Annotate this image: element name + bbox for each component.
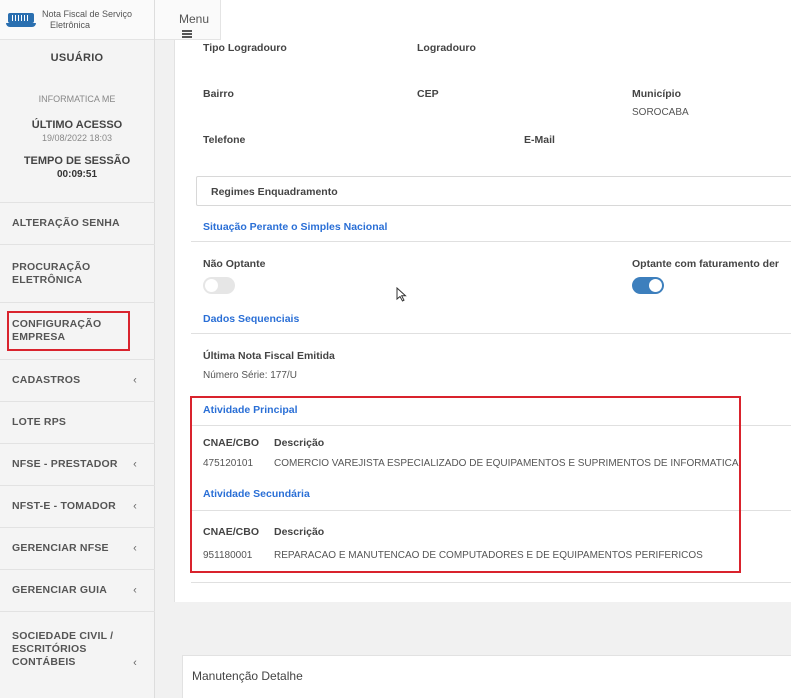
divider	[191, 582, 791, 583]
sidebar-item-gerenciar-guia[interactable]: GERENCIAR GUIA ‹	[0, 569, 155, 611]
ultima-nota-label: Última Nota Fiscal Emitida	[203, 350, 335, 362]
manutencao-detalhe-title: Manutenção Detalhe	[192, 669, 303, 683]
tempo-sessao-value: 00:09:51	[56, 169, 98, 180]
sidebar-item-label: SOCIEDADE CIVIL /	[12, 629, 114, 642]
logo-text: Nota Fiscal de Serviço Eletrônica	[42, 9, 132, 31]
sidebar-item-label-line3: CONTÁBEIS	[12, 655, 76, 668]
sidebar-item-nfst-tomador[interactable]: NFST-E - TOMADOR ‹	[0, 485, 155, 527]
municipio-value: SOROCABA	[632, 107, 689, 118]
email-label: E-Mail	[524, 134, 555, 146]
chevron-left-icon: ‹	[133, 657, 137, 669]
sidebar-item-nfse-prestador[interactable]: NFSE - PRESTADOR ‹	[0, 443, 155, 485]
divider	[191, 333, 791, 334]
user-title: USUÁRIO	[50, 52, 104, 64]
regimes-enquadramento-label: Regimes Enquadramento	[211, 186, 338, 198]
regimes-enquadramento-panel[interactable]: Regimes Enquadramento	[196, 176, 791, 206]
app-logo[interactable]: Nota Fiscal de Serviço Eletrônica	[0, 0, 154, 40]
highlight-atividades	[190, 396, 741, 573]
sidebar-item-label: CADASTROS	[12, 374, 81, 386]
chevron-left-icon: ‹	[133, 542, 137, 554]
bairro-label: Bairro	[203, 88, 234, 100]
sidebar-item-lote-rps[interactable]: LOTE RPS	[0, 401, 155, 443]
sidebar-item-gerenciar-nfse[interactable]: GERENCIAR NFSE ‹	[0, 527, 155, 569]
sidebar-item-label: GERENCIAR NFSE	[12, 542, 109, 554]
sidebar-item-label: LOTE RPS	[12, 416, 67, 428]
telefone-label: Telefone	[203, 134, 246, 146]
user-name: INFORMATICA ME	[38, 94, 116, 104]
tempo-sessao-label: TEMPO DE SESSÃO	[23, 155, 131, 167]
divider	[191, 241, 791, 242]
hamburger-icon	[182, 29, 192, 38]
topbar: Menu	[155, 0, 221, 40]
sidebar-item-label: GERENCIAR GUIA	[12, 584, 107, 596]
nao-optante-toggle[interactable]	[203, 277, 235, 294]
situacao-simples-title: Situação Perante o Simples Nacional	[203, 221, 388, 233]
menu-toggle-button[interactable]: Menu	[179, 12, 220, 40]
highlight-configuracao-empresa	[7, 311, 130, 351]
tipo-logradouro-label: Tipo Logradouro	[203, 42, 287, 54]
logradouro-label: Logradouro	[417, 42, 476, 54]
sidebar-item-label: NFSE - PRESTADOR	[12, 458, 118, 470]
cep-label: CEP	[417, 88, 439, 100]
menu-label: Menu	[179, 12, 210, 26]
optante-label: Optante com faturamento der	[632, 258, 780, 270]
chevron-left-icon: ‹	[133, 500, 137, 512]
optante-toggle[interactable]	[632, 277, 664, 294]
sidebar-item-label-line2: ESCRITÓRIOS	[12, 642, 87, 655]
user-info: USUÁRIO INFORMATICA ME ÚLTIMO ACESSO 19/…	[0, 40, 154, 180]
municipio-label: Município	[632, 88, 681, 100]
chevron-left-icon: ‹	[133, 458, 137, 470]
nao-optante-label: Não Optante	[203, 258, 266, 270]
dados-sequenciais-title: Dados Sequenciais	[203, 313, 300, 325]
manutencao-detalhe-panel[interactable]: Manutenção Detalhe	[182, 655, 791, 698]
ultimo-acesso-label: ÚLTIMO ACESSO	[31, 119, 123, 131]
sidebar-item-sociedade-civil[interactable]: SOCIEDADE CIVIL / ESCRITÓRIOS CONTÁBEIS ‹	[0, 611, 155, 686]
logo-text-line2: Eletrônica	[50, 19, 91, 30]
chevron-left-icon: ‹	[133, 374, 137, 386]
chevron-left-icon: ‹	[133, 584, 137, 596]
sidebar-menu: ALTERAÇÃO SENHA PROCURAÇÃO ELETRÔNICA CON…	[0, 202, 155, 686]
numero-serie-value: Número Série: 177/U	[203, 370, 297, 381]
ultimo-acesso-value: 19/08/2022 18:03	[41, 133, 113, 143]
sidebar-item-label: ALTERAÇÃO SENHA	[12, 217, 120, 229]
mouse-cursor-icon	[396, 287, 407, 302]
sidebar-item-alteracao-senha[interactable]: ALTERAÇÃO SENHA	[0, 202, 155, 244]
sidebar-item-label-line2: ELETRÔNICA	[12, 273, 83, 286]
nfse-logo-icon	[6, 11, 36, 29]
sidebar-item-label: NFST-E - TOMADOR	[12, 500, 116, 512]
sidebar-item-label: PROCURAÇÃO	[12, 260, 91, 273]
sidebar-item-cadastros[interactable]: CADASTROS ‹	[0, 359, 155, 401]
logo-text-line1: Nota Fiscal de Serviço	[42, 8, 133, 19]
sidebar-item-procuracao-eletronica[interactable]: PROCURAÇÃO ELETRÔNICA	[0, 244, 155, 302]
